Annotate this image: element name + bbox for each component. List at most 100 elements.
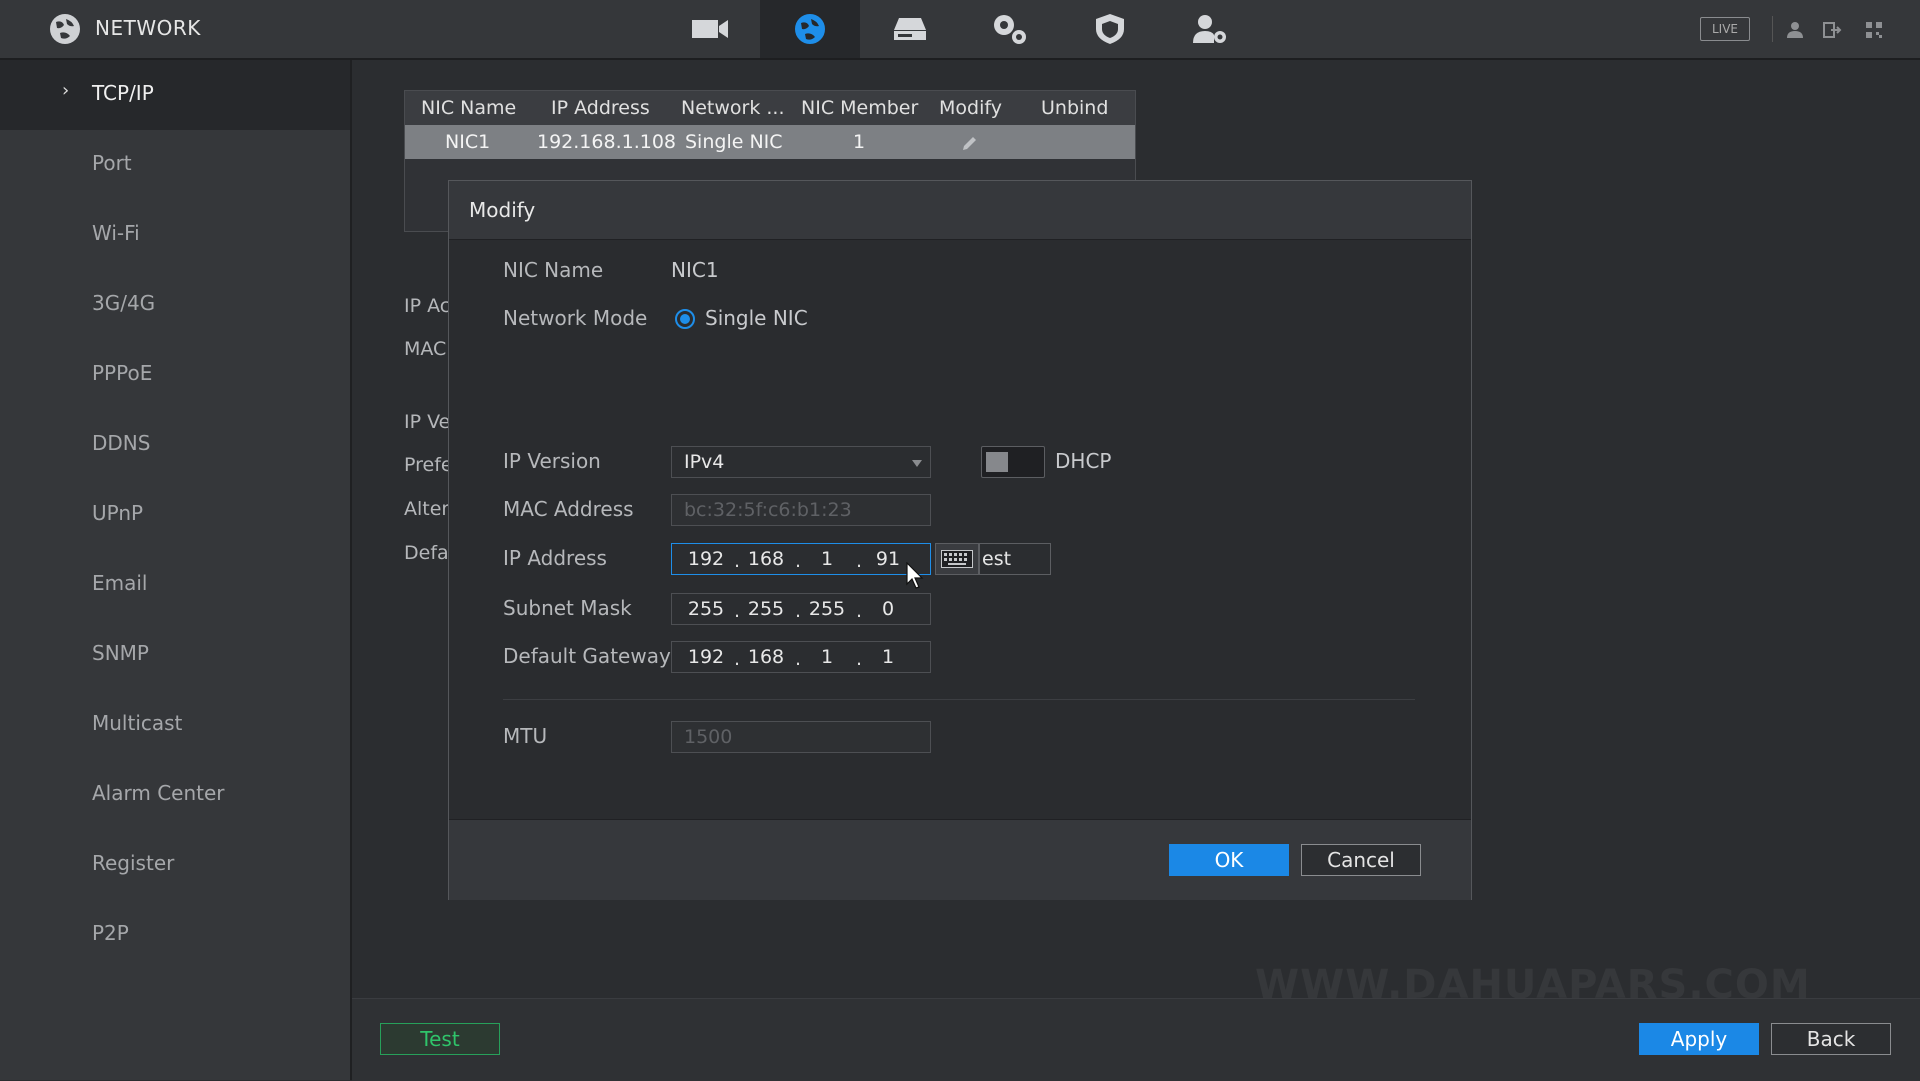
ip-address-label: IP Address	[503, 546, 607, 570]
subnet-octet[interactable]: 0	[868, 598, 908, 620]
bg-label-ip-version: IP Ve	[404, 411, 451, 433]
nav-network[interactable]	[760, 0, 860, 58]
ip-octet[interactable]: 91	[868, 548, 908, 570]
dhcp-label: DHCP	[1055, 449, 1112, 473]
sidebar-item-label: DDNS	[92, 431, 151, 455]
camera-icon	[692, 20, 728, 38]
octet-dot: .	[856, 600, 863, 622]
default-gateway-input[interactable]: 192 . 168 . 1 . 1	[671, 641, 931, 673]
sidebar-item-register[interactable]: Register	[0, 830, 350, 900]
nav-storage[interactable]	[860, 0, 960, 58]
sidebar-item-3g4g[interactable]: 3G/4G	[0, 270, 350, 340]
sidebar-item-label: P2P	[92, 921, 129, 945]
account-icon	[1193, 15, 1226, 43]
ip-octet[interactable]: 168	[746, 548, 786, 570]
octet-dot: .	[856, 648, 863, 670]
test-button[interactable]: Test	[380, 1023, 500, 1055]
nic-name-value: NIC1	[671, 258, 719, 282]
dhcp-toggle[interactable]	[981, 446, 1045, 478]
modify-dialog: Modify NIC Name NIC1 Network Mode Single…	[448, 180, 1472, 900]
nav-camera[interactable]	[660, 0, 760, 58]
ip-test-button[interactable]: est	[979, 543, 1051, 575]
nic-name-cell: NIC1	[445, 131, 491, 153]
toggle-knob	[986, 452, 1008, 472]
bg-label-alternate-dns: Alter	[404, 498, 450, 520]
gateway-octet[interactable]: 1	[807, 646, 847, 668]
subnet-mask-input[interactable]: 255 . 255 . 255 . 0	[671, 593, 931, 625]
sidebar-item-port[interactable]: Port	[0, 130, 350, 200]
qr-code-icon[interactable]	[1864, 20, 1884, 40]
mtu-label: MTU	[503, 724, 548, 748]
ip-version-select[interactable]: IPv4	[671, 446, 931, 478]
sidebar-item-snmp[interactable]: SNMP	[0, 620, 350, 690]
sidebar-item-ddns[interactable]: DDNS	[0, 410, 350, 480]
column-header: Network ...	[681, 97, 785, 119]
mtu-value: 1500	[684, 726, 733, 748]
ok-button[interactable]: OK	[1169, 844, 1289, 876]
apply-button[interactable]: Apply	[1639, 1023, 1759, 1055]
live-view-button[interactable]: LIVE	[1700, 17, 1750, 41]
single-nic-radio[interactable]	[675, 309, 695, 329]
nav-account[interactable]	[1160, 0, 1260, 58]
sidebar-item-label: Alarm Center	[92, 781, 225, 805]
mac-address-value: bc:32:5f:c6:b1:23	[684, 499, 852, 521]
logout-icon[interactable]	[1822, 20, 1842, 40]
sidebar-item-wifi[interactable]: Wi-Fi	[0, 200, 350, 270]
user-icon[interactable]	[1785, 20, 1805, 40]
octet-dot: .	[795, 600, 802, 622]
keyboard-button[interactable]	[935, 543, 979, 575]
cancel-button[interactable]: Cancel	[1301, 844, 1421, 876]
subnet-octet[interactable]: 255	[746, 598, 786, 620]
storage-icon	[894, 18, 926, 40]
mtu-field: 1500	[671, 721, 931, 753]
sidebar-item-email[interactable]: Email	[0, 550, 350, 620]
gateway-octet[interactable]: 1	[868, 646, 908, 668]
sidebar-item-label: SNMP	[92, 641, 149, 665]
gateway-octet[interactable]: 168	[746, 646, 786, 668]
dialog-title: Modify	[469, 198, 536, 222]
gateway-octet[interactable]: 192	[686, 646, 726, 668]
column-header: Modify	[939, 97, 1002, 119]
sidebar-item-alarm-center[interactable]: Alarm Center	[0, 760, 350, 830]
subnet-octet[interactable]: 255	[807, 598, 847, 620]
sidebar-item-pppoe[interactable]: PPPoE	[0, 340, 350, 410]
ip-octet[interactable]: 1	[807, 548, 847, 570]
sidebar-item-label: Wi-Fi	[92, 221, 140, 245]
network-globe-icon	[50, 14, 80, 44]
subnet-mask-label: Subnet Mask	[503, 596, 632, 620]
top-bar: NETWORK LIVE	[0, 0, 1920, 60]
top-divider	[1772, 16, 1773, 42]
ip-test-label: est	[982, 548, 1012, 570]
table-header: NIC Name IP Address Network ... NIC Memb…	[405, 91, 1135, 125]
table-row[interactable]: NIC1 192.168.1.108 Single NIC 1	[405, 125, 1135, 159]
octet-dot: .	[856, 550, 863, 572]
ip-version-value: IPv4	[684, 451, 725, 473]
mouse-cursor-icon	[906, 562, 924, 589]
sidebar-item-multicast[interactable]: Multicast	[0, 690, 350, 760]
system-gears-icon	[994, 15, 1026, 44]
sidebar-item-label: Register	[92, 851, 175, 875]
nav-security[interactable]	[1060, 0, 1160, 58]
sidebar-item-label: 3G/4G	[92, 291, 156, 315]
bg-label-ip-address: IP Ac	[404, 295, 451, 317]
edit-pencil-icon[interactable]	[961, 134, 979, 152]
ip-octet[interactable]: 192	[686, 548, 726, 570]
security-shield-icon	[1096, 14, 1124, 44]
mac-address-label: MAC Address	[503, 497, 634, 521]
back-button[interactable]: Back	[1771, 1023, 1891, 1055]
sidebar-item-p2p[interactable]: P2P	[0, 900, 350, 970]
octet-dot: .	[734, 600, 741, 622]
sidebar-item-label: Multicast	[92, 711, 183, 735]
octet-dot: .	[734, 550, 741, 572]
subnet-octet[interactable]: 255	[686, 598, 726, 620]
ip-version-label: IP Version	[503, 449, 601, 473]
network-globe-icon	[795, 14, 825, 44]
ip-address-input[interactable]: 192 . 168 . 1 . 91	[671, 543, 931, 575]
ip-address-cell: 192.168.1.108	[537, 131, 677, 153]
mac-address-field: bc:32:5f:c6:b1:23	[671, 494, 931, 526]
octet-dot: .	[795, 550, 802, 572]
sidebar-item-upnp[interactable]: UPnP	[0, 480, 350, 550]
octet-dot: .	[734, 648, 741, 670]
sidebar-item-tcpip[interactable]: › TCP/IP	[0, 60, 350, 130]
nav-system[interactable]	[960, 0, 1060, 58]
